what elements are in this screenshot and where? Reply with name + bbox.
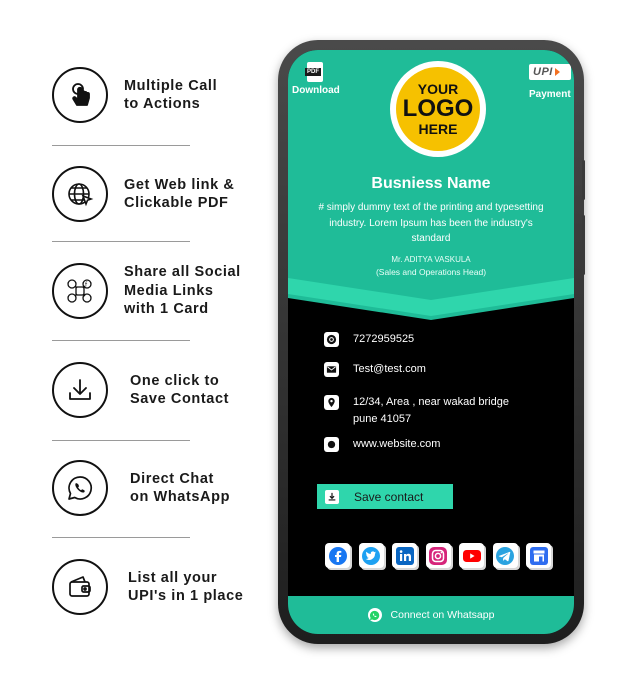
whatsapp-phone-icon xyxy=(324,332,339,347)
divider xyxy=(52,440,190,441)
feature-save-contact: One click to Save Contact xyxy=(52,359,262,421)
download-label: Download xyxy=(292,85,340,96)
pdf-badge: PDF xyxy=(305,68,321,76)
phone-number: 7272959525 xyxy=(353,333,415,345)
business-name: Busniess Name xyxy=(371,175,491,192)
instagram-icon[interactable] xyxy=(425,543,451,568)
location-pin-icon xyxy=(324,395,339,410)
save-contact-label: Save contact xyxy=(354,489,424,504)
feature-label: List all your UPI's in 1 place xyxy=(128,570,244,604)
feature-whatsapp-chat: Direct Chat on WhatsApp xyxy=(52,457,262,519)
website-contact-row[interactable]: www.website.com xyxy=(324,436,440,453)
email-contact-row[interactable]: Test@test.com xyxy=(324,361,426,378)
upi-text: UPI xyxy=(533,66,553,78)
feature-upi-list: List all your UPI's in 1 place xyxy=(52,556,262,618)
feature-label: One click to Save Contact xyxy=(130,373,230,407)
feature-label: Multiple Call to Actions xyxy=(124,78,218,112)
telegram-icon[interactable] xyxy=(492,543,518,568)
feature-multiple-cta: Multiple Call to Actions xyxy=(52,64,262,126)
payment-label: Payment xyxy=(529,89,571,100)
logo-line-1: YOUR xyxy=(417,81,459,97)
social-links xyxy=(325,543,551,568)
twitter-icon[interactable] xyxy=(358,543,384,568)
touch-hand-icon xyxy=(52,67,108,123)
youtube-icon[interactable] xyxy=(459,543,484,568)
save-contact-button[interactable]: Save contact xyxy=(317,484,453,509)
divider xyxy=(52,537,190,538)
email-address: Test@test.com xyxy=(353,363,426,375)
download-pdf-button[interactable]: PDF Download xyxy=(292,62,340,96)
email-icon xyxy=(324,362,339,377)
company-logo: YOUR LOGO HERE xyxy=(390,61,486,157)
store-icon[interactable] xyxy=(526,543,551,568)
payment-button[interactable]: UPI Payment xyxy=(529,64,574,100)
website-icon xyxy=(324,437,339,452)
feature-label: Direct Chat on WhatsApp xyxy=(130,471,231,505)
business-description: # simply dummy text of the printing and … xyxy=(318,202,544,244)
address-contact-row[interactable]: 12/34, Area , near wakad bridge pune 410… xyxy=(324,394,530,428)
phone-side-button xyxy=(582,160,585,200)
feature-label: Get Web link & Clickable PDF xyxy=(124,177,235,211)
globe-cursor-icon xyxy=(52,166,108,222)
divider xyxy=(52,145,190,146)
logo-line-2: LOGO xyxy=(402,95,474,122)
feature-social-links: f Share all Social Media Links with 1 Ca… xyxy=(52,260,262,322)
phone-side-button xyxy=(582,215,585,275)
whatsapp-icon xyxy=(52,460,108,516)
upi-logo-icon: UPI xyxy=(529,64,571,80)
phone-contact-row[interactable]: 7272959525 xyxy=(324,331,414,348)
person-name: Mr. ADITYA VASKULA xyxy=(391,255,471,264)
logo-line-3: HERE xyxy=(418,121,458,137)
linkedin-icon[interactable] xyxy=(392,543,417,568)
address-text: 12/34, Area , near wakad bridge pune 410… xyxy=(353,396,509,425)
download-tray-icon xyxy=(52,362,108,418)
download-icon xyxy=(325,489,339,504)
digital-card-screen: PDF Download UPI Payment YOUR LOGO HERE … xyxy=(288,50,574,634)
facebook-icon[interactable] xyxy=(325,543,350,568)
connect-whatsapp-label: Connect on Whatsapp xyxy=(390,609,495,621)
whatsapp-small-icon xyxy=(367,608,382,622)
person-role: (Sales and Operations Head) xyxy=(375,267,487,277)
connect-whatsapp-button[interactable]: Connect on Whatsapp xyxy=(288,596,574,634)
pdf-file-icon: PDF xyxy=(305,62,323,82)
website-url: www.website.com xyxy=(353,438,441,450)
social-network-icon: f xyxy=(52,263,108,319)
feature-label: Share all Social Media Links with 1 Card xyxy=(124,264,241,318)
wallet-icon xyxy=(52,559,108,615)
feature-web-link: Get Web link & Clickable PDF xyxy=(52,163,262,225)
divider xyxy=(52,241,190,242)
divider xyxy=(52,340,190,341)
